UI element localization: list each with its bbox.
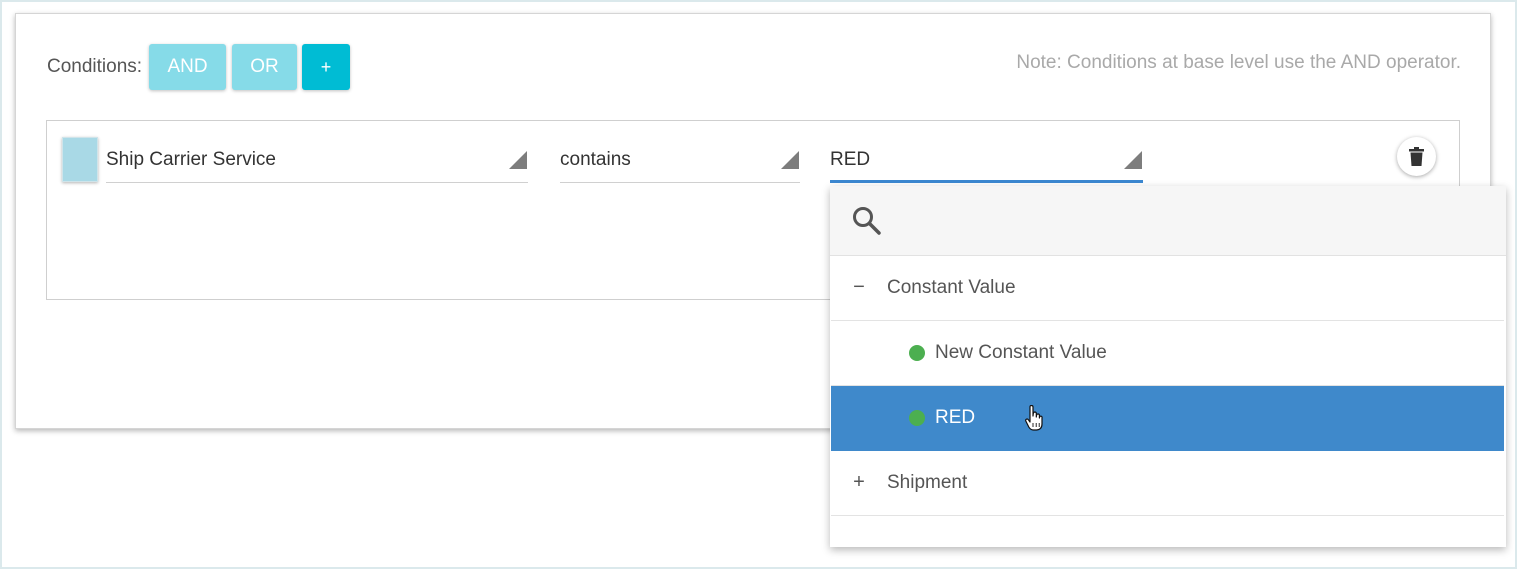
status-dot-icon xyxy=(909,410,925,426)
or-button[interactable]: OR xyxy=(232,44,297,90)
collapse-icon[interactable]: − xyxy=(851,275,867,299)
add-condition-button[interactable]: + xyxy=(302,44,350,90)
group-constant-value[interactable]: − Constant Value xyxy=(831,256,1504,321)
dropdown-search xyxy=(830,186,1506,256)
trash-icon xyxy=(1409,147,1424,166)
value-select-value: RED xyxy=(830,149,871,170)
option-label: RED xyxy=(935,407,976,428)
option-red[interactable]: RED xyxy=(831,386,1504,451)
field-select[interactable]: Ship Carrier Service xyxy=(106,136,528,183)
option-new-constant-value[interactable]: New Constant Value xyxy=(831,321,1504,386)
search-icon xyxy=(853,207,881,235)
dropdown-arrow-icon xyxy=(509,151,527,169)
conditions-label: Conditions: xyxy=(47,56,143,77)
option-label: New Constant Value xyxy=(935,342,1107,363)
status-dot-icon xyxy=(909,345,925,361)
and-button[interactable]: AND xyxy=(149,44,226,90)
dropdown-arrow-icon xyxy=(1124,151,1142,169)
group-label: Constant Value xyxy=(887,277,1016,298)
operator-select[interactable]: contains xyxy=(560,136,800,183)
operator-select-value: contains xyxy=(560,149,631,170)
group-shipment[interactable]: + Shipment xyxy=(831,451,1504,516)
value-dropdown-panel: − Constant Value New Constant Value RED … xyxy=(830,186,1506,547)
group-label: Shipment xyxy=(887,472,968,493)
delete-rule-button[interactable] xyxy=(1397,137,1436,176)
operator-note: Note: Conditions at base level use the A… xyxy=(1016,52,1461,73)
expand-icon[interactable]: + xyxy=(851,470,867,494)
hand-pointer-icon xyxy=(1025,405,1043,431)
field-select-value: Ship Carrier Service xyxy=(106,149,276,170)
value-select[interactable]: RED xyxy=(830,136,1143,183)
dropdown-search-input[interactable] xyxy=(894,204,1478,238)
dropdown-arrow-icon xyxy=(781,151,799,169)
rule-checkbox[interactable] xyxy=(62,137,98,182)
